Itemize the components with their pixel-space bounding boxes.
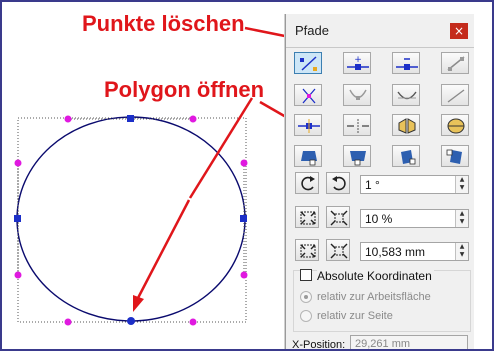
select-nodes-button[interactable] — [294, 52, 322, 74]
radio-workspace-label: relativ zur Arbeitsfläche — [317, 291, 431, 303]
break-node-button[interactable] — [441, 52, 469, 74]
node-cusp-icon — [302, 88, 316, 104]
node-smooth-icon — [349, 89, 367, 100]
shape-button-2[interactable] — [343, 145, 371, 167]
control-handle — [189, 318, 197, 326]
grow-button[interactable] — [295, 239, 319, 261]
close-path-button[interactable] — [343, 114, 371, 136]
shape-button-4[interactable] — [441, 145, 469, 167]
rotate-left-button[interactable] — [295, 172, 319, 194]
open-polygon-button[interactable] — [294, 114, 322, 136]
break-node-icon — [447, 56, 465, 71]
select-nodes-icon — [300, 56, 317, 71]
annotation-delete-points: Punkte löschen — [82, 11, 245, 36]
shape-icon-3 — [401, 150, 416, 165]
absolute-coordinates-checkbox[interactable] — [300, 269, 312, 281]
paths-panel: Pfade × + 1 ° ▲ ▼ 10 % ▲ ▼ 10,583 mm ▲ ▼… — [285, 14, 474, 351]
absolute-coordinates-label: Absolute Koordinaten — [317, 269, 434, 283]
shape-icon-1 — [301, 151, 317, 166]
shape-button-3[interactable] — [392, 145, 420, 167]
control-handle — [14, 271, 22, 279]
close-path-icon — [347, 119, 369, 133]
path-node-selected — [127, 317, 135, 325]
mirror-button[interactable] — [392, 114, 420, 136]
control-handle — [189, 115, 197, 123]
spin-down-icon[interactable]: ▼ — [456, 251, 468, 259]
line-node-button[interactable] — [441, 84, 469, 106]
close-button[interactable]: × — [450, 23, 468, 39]
spin-down-icon[interactable]: ▼ — [456, 184, 468, 192]
smooth-node-button[interactable] — [343, 84, 371, 106]
control-handle — [64, 318, 72, 326]
rotation-spinner[interactable]: ▲ ▼ — [455, 176, 468, 193]
flip-button[interactable] — [441, 114, 469, 136]
shape-button-1[interactable] — [294, 145, 322, 167]
add-node-button[interactable]: + — [343, 52, 371, 74]
control-handle — [240, 271, 248, 279]
rotation-input[interactable]: 1 ° ▲ ▼ — [360, 175, 469, 194]
control-handle — [240, 159, 248, 167]
radio-page-label: relativ zur Seite — [317, 310, 393, 322]
spin-up-icon[interactable]: ▲ — [456, 210, 468, 218]
delete-node-icon — [396, 58, 418, 70]
expand-icon — [300, 244, 316, 258]
distance-spinner[interactable]: ▲ ▼ — [455, 243, 468, 260]
x-position-label: X-Position: — [292, 339, 346, 351]
mirror-icon — [398, 118, 416, 134]
scale-down-button[interactable] — [326, 206, 350, 228]
radio-page[interactable] — [300, 310, 312, 322]
node-line-icon — [447, 89, 465, 103]
rotate-right-icon — [332, 176, 346, 191]
x-position-value: 29,261 mm — [355, 338, 411, 350]
shrink-icon — [330, 210, 348, 226]
symmetric-node-button[interactable] — [392, 84, 420, 106]
spin-up-icon[interactable]: ▲ — [456, 176, 468, 184]
shape-icon-4 — [446, 149, 462, 164]
scale-up-button[interactable] — [295, 206, 319, 228]
node-symmetric-icon — [397, 91, 417, 100]
scale-spinner[interactable]: ▲ ▼ — [455, 210, 468, 227]
control-handle — [64, 115, 72, 123]
arrow-polygon-line — [136, 199, 191, 299]
expand-icon — [300, 211, 316, 225]
path-node — [127, 115, 134, 122]
panel-titlebar[interactable]: Pfade × — [286, 14, 474, 48]
flip-icon — [447, 118, 465, 134]
scale-value: 10 % — [365, 212, 393, 226]
path-node — [14, 215, 21, 222]
cusp-node-button[interactable] — [294, 84, 322, 106]
rotation-value: 1 ° — [365, 178, 380, 192]
rotate-left-icon — [301, 176, 315, 191]
distance-value: 10,583 mm — [365, 245, 426, 259]
control-handle — [14, 159, 22, 167]
spin-up-icon[interactable]: ▲ — [456, 243, 468, 251]
drawing-canvas[interactable]: Punkte löschen Polygon öffnen Pfade × + — [0, 0, 494, 351]
arrow-polygon-head — [133, 295, 144, 312]
distance-input[interactable]: 10,583 mm ▲ ▼ — [360, 242, 469, 261]
shape-icon-2 — [350, 151, 366, 166]
open-polygon-icon — [298, 119, 320, 133]
path-node — [240, 215, 247, 222]
rotate-right-button[interactable] — [326, 172, 350, 194]
delete-node-button[interactable] — [392, 52, 420, 74]
scale-input[interactable]: 10 % ▲ ▼ — [360, 209, 469, 228]
shrink-button[interactable] — [326, 239, 350, 261]
add-node-icon: + — [347, 55, 369, 70]
arrow-polygon-line — [188, 97, 254, 199]
spin-down-icon[interactable]: ▼ — [456, 218, 468, 226]
shrink-icon — [330, 243, 348, 259]
x-position-input[interactable]: 29,261 mm — [350, 335, 468, 350]
ellipse-path — [16, 116, 246, 322]
svg-text:+: + — [354, 55, 362, 65]
annotation-open-polygon: Polygon öffnen — [104, 77, 265, 102]
radio-workspace[interactable] — [300, 291, 312, 303]
panel-title: Pfade — [295, 23, 329, 38]
